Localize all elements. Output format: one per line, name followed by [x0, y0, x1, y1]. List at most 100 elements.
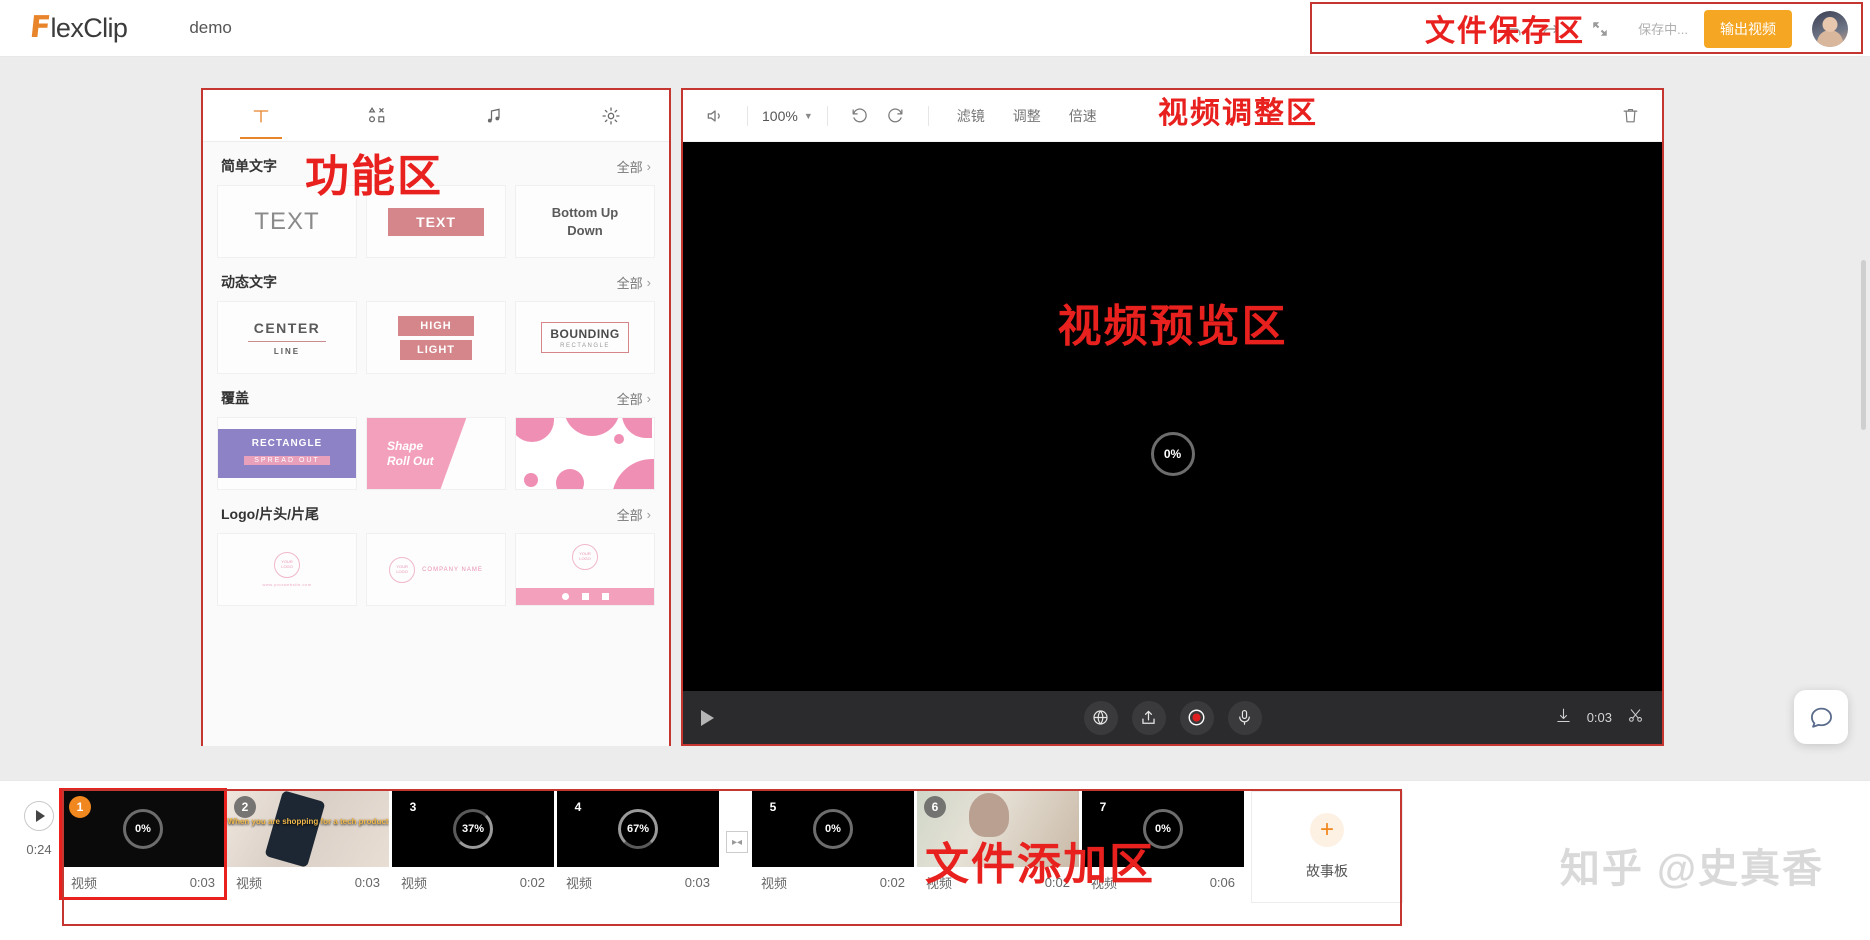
- avatar[interactable]: [1812, 10, 1848, 47]
- tile-label: YOUR LOGO: [579, 551, 591, 561]
- flexclip-mark-icon: F: [28, 10, 53, 45]
- watermark: 知乎 @史真香: [1559, 847, 1824, 891]
- microphone-icon[interactable]: [1227, 700, 1262, 735]
- tile-sub-label: www.yourwebsite.com: [262, 582, 312, 587]
- speed-button[interactable]: 倍速: [1069, 106, 1097, 126]
- tab-elements[interactable]: [320, 90, 437, 142]
- tile-bounding-rectangle[interactable]: BOUNDING RECTANGLE: [515, 301, 655, 374]
- page-scrollbar[interactable]: [1861, 260, 1866, 430]
- section-header-overlay: 覆盖 全部 ›: [217, 374, 655, 417]
- clip-index-badge: 2: [234, 796, 256, 818]
- tile-shape-roll-out[interactable]: Shape Roll Out: [366, 417, 506, 490]
- transition-icon[interactable]: ▸◂: [726, 831, 748, 853]
- see-all-link-simple-text[interactable]: 全部 ›: [617, 157, 651, 176]
- zoom-level-select[interactable]: 100% ▼: [762, 108, 813, 124]
- tile-label: YOUR LOGO: [396, 563, 408, 574]
- split-icon[interactable]: [1555, 707, 1572, 729]
- rotate-ccw-icon[interactable]: [842, 98, 878, 134]
- clip-duration: 0:02: [879, 874, 905, 890]
- tab-text[interactable]: [203, 90, 320, 142]
- logo-circle-icon: YOUR LOGO: [572, 544, 598, 570]
- clip-1[interactable]: 1 0% 视频 0:03: [59, 788, 227, 900]
- clip-4[interactable]: 4 67% 视频 0:03: [557, 791, 719, 897]
- globe-icon[interactable]: [1083, 700, 1118, 735]
- top-bar: F lexClip demo 保存中... 输出视频: [0, 0, 1870, 57]
- chevron-right-icon: ›: [646, 506, 651, 522]
- annotation-video-preview: 视频预览区: [1057, 302, 1288, 351]
- clip-thumbnail: 7 0%: [1082, 791, 1244, 867]
- upload-icon[interactable]: [1131, 700, 1166, 735]
- tile-text-filled[interactable]: TEXT: [366, 185, 506, 258]
- clip-type-label: 视频: [1091, 875, 1118, 891]
- tab-music[interactable]: [436, 90, 553, 142]
- section-title: Logo/片头/片尾: [221, 506, 319, 522]
- see-all-link-overlay[interactable]: 全部 ›: [617, 389, 651, 408]
- video-stage[interactable]: 视频预览区 0%: [683, 142, 1662, 691]
- tile-label: BOUNDING: [550, 327, 620, 341]
- clip-index-badge: 7: [1099, 800, 1107, 814]
- tile-bottom-up-down[interactable]: Bottom Up Down: [515, 185, 655, 258]
- scissors-icon[interactable]: [1627, 707, 1644, 729]
- clip-type-label: 视频: [926, 875, 953, 891]
- app-logo[interactable]: F lexClip: [28, 10, 128, 45]
- clip-duration: 0:02: [1044, 874, 1070, 890]
- clip-index-badge: 6: [924, 796, 946, 818]
- export-video-button[interactable]: 输出视频: [1704, 9, 1792, 48]
- see-all-link-logo[interactable]: 全部 ›: [617, 505, 651, 524]
- stage-progress-indicator: 0%: [1150, 432, 1195, 476]
- tile-blob-overlay[interactable]: [515, 417, 655, 490]
- tile-logo-social[interactable]: YOUR LOGO: [515, 533, 655, 606]
- undo-icon[interactable]: [1496, 11, 1532, 47]
- clip-5[interactable]: 5 0% 视频 0:02: [752, 791, 914, 897]
- clip-thumbnail: 3 37%: [392, 791, 554, 867]
- tile-text-plain[interactable]: TEXT: [217, 185, 357, 258]
- adjust-button[interactable]: 调整: [1013, 106, 1041, 126]
- record-icon[interactable]: [1179, 700, 1214, 735]
- chat-bubble-icon[interactable]: [1794, 690, 1848, 744]
- clip-3[interactable]: 3 37% 视频 0:02: [392, 791, 554, 897]
- current-time: 0:03: [1586, 710, 1612, 725]
- clip-meta: 视频 0:03: [227, 867, 389, 897]
- project-name[interactable]: demo: [189, 18, 232, 38]
- tile-sub-label: LINE: [273, 346, 301, 356]
- filter-button[interactable]: 滤镜: [957, 106, 985, 126]
- panel-tabs: [203, 90, 669, 142]
- tile-rectangle-spread-out[interactable]: RECTANGLE SPREAD OUT: [217, 417, 357, 490]
- clip-type-label: 视频: [236, 875, 263, 891]
- fullscreen-icon[interactable]: [1582, 11, 1618, 47]
- divider: [747, 105, 748, 126]
- tile-label-line1: Bottom Up: [551, 204, 619, 220]
- clip-index-badge: 4: [574, 800, 582, 814]
- clip-duration: 0:03: [189, 874, 215, 890]
- tile-label-line2: LIGHT: [400, 339, 472, 360]
- clip-progress: 0%: [123, 809, 163, 849]
- clip-type-label: 视频: [71, 875, 98, 891]
- speaker-icon[interactable]: [697, 98, 733, 134]
- tile-high-light[interactable]: HIGH LIGHT: [366, 301, 506, 374]
- divider: [826, 105, 828, 126]
- clip-thumbnail: 5 0%: [752, 791, 914, 867]
- clip-meta: 视频 0:02: [392, 867, 554, 897]
- tile-sub-label: COMPANY NAME: [422, 566, 483, 573]
- redo-icon[interactable]: [1532, 11, 1568, 47]
- clip-overlay-text: When you are shopping for a tech product: [227, 817, 389, 826]
- add-storyboard-label: 故事板: [1306, 863, 1348, 879]
- tile-center-line[interactable]: CENTER LINE: [217, 301, 357, 374]
- blob-shape: [556, 469, 584, 489]
- tile-logo-company[interactable]: YOUR LOGO COMPANY NAME: [366, 533, 506, 606]
- play-icon[interactable]: [24, 801, 54, 831]
- tile-logo-simple[interactable]: YOUR LOGO www.yourwebsite.com: [217, 533, 357, 606]
- clip-7[interactable]: 7 0% 视频 0:06: [1082, 791, 1244, 897]
- rotate-cw-icon[interactable]: [878, 98, 914, 134]
- trash-icon[interactable]: [1612, 98, 1648, 134]
- tab-settings[interactable]: [553, 90, 670, 142]
- blob-shape: [516, 418, 554, 442]
- see-all-link-dynamic-text[interactable]: 全部 ›: [617, 273, 651, 292]
- add-storyboard-button[interactable]: + 故事板: [1251, 791, 1403, 903]
- template-list[interactable]: 简单文字 全部 › TEXT TEXT Bottom Up Down 动态文字 全…: [203, 142, 669, 746]
- play-icon[interactable]: [701, 709, 714, 726]
- preview-panel: 100% ▼ 滤镜 调整 倍速 视频预览区 0% 0:03: [681, 88, 1664, 746]
- clip-6[interactable]: 6 视频 0:02: [917, 791, 1079, 897]
- clip-2[interactable]: 2 When you are shopping for a tech produ…: [227, 791, 389, 897]
- zoom-value: 100%: [762, 107, 798, 124]
